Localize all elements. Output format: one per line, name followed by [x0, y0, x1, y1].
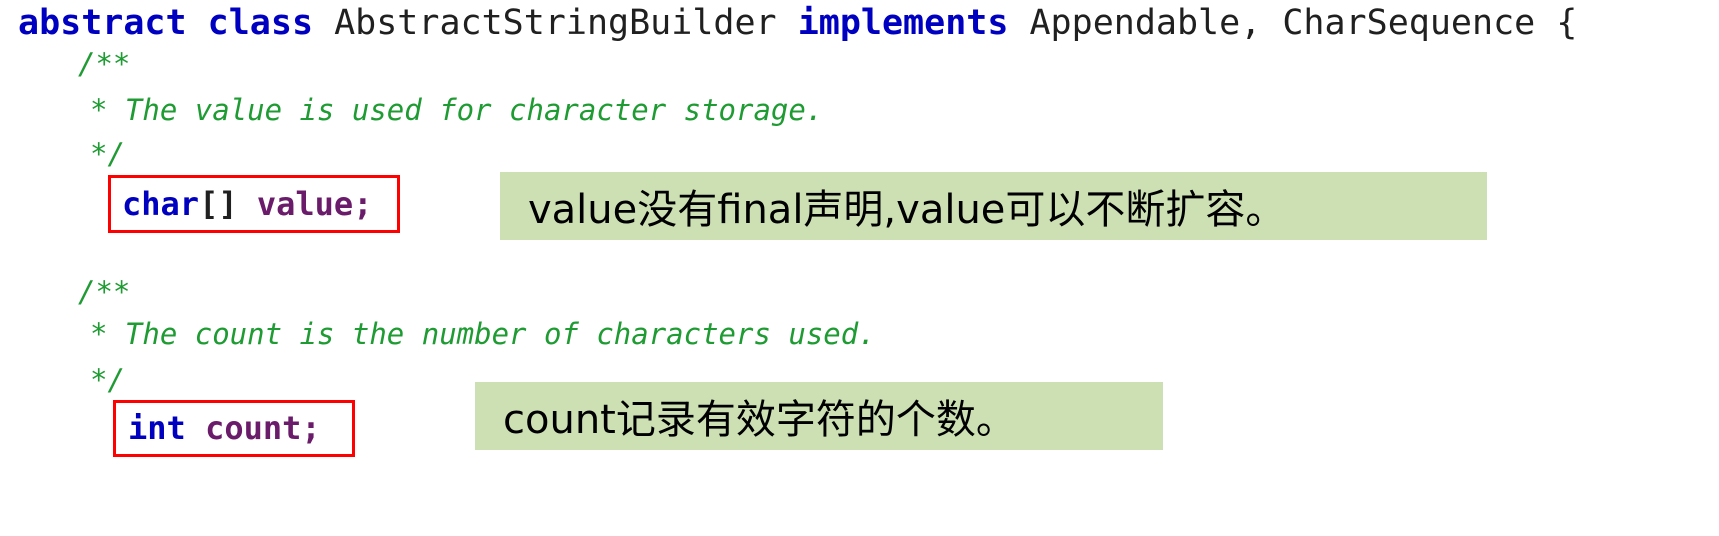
array-brackets: [] — [199, 185, 257, 223]
javadoc-value-open: /** — [78, 47, 131, 81]
javadoc-count-close: */ — [90, 363, 125, 397]
value-declaration-text: char[] value; — [122, 188, 372, 220]
keyword-abstract: abstract — [18, 3, 208, 43]
javadoc-count-open: /** — [78, 275, 131, 309]
count-declaration-text: int count; — [128, 412, 321, 444]
keyword-int: int — [128, 409, 186, 447]
class-name: AbstractStringBuilder — [334, 3, 798, 43]
keyword-implements: implements — [797, 3, 1030, 43]
declaration-spacer — [186, 409, 205, 447]
keyword-class: class — [207, 3, 335, 43]
field-name-value: value; — [256, 185, 373, 223]
annotation-value: value没有final声明,value可以不断扩容。 — [500, 172, 1487, 240]
implemented-interfaces: Appendable, CharSequence — [1029, 3, 1557, 43]
javadoc-value-close: */ — [90, 137, 125, 171]
class-declaration-line: abstract class AbstractStringBuilder imp… — [18, 6, 1577, 41]
keyword-char: char — [122, 185, 200, 223]
code-screenshot: abstract class AbstractStringBuilder imp… — [0, 0, 1719, 536]
javadoc-count-body: * The count is the number of characters … — [90, 317, 876, 351]
javadoc-value-body: * The value is used for character storag… — [90, 93, 824, 127]
opening-brace: { — [1556, 3, 1578, 43]
annotation-count: count记录有效字符的个数。 — [475, 382, 1163, 450]
field-name-count: count; — [205, 409, 321, 447]
